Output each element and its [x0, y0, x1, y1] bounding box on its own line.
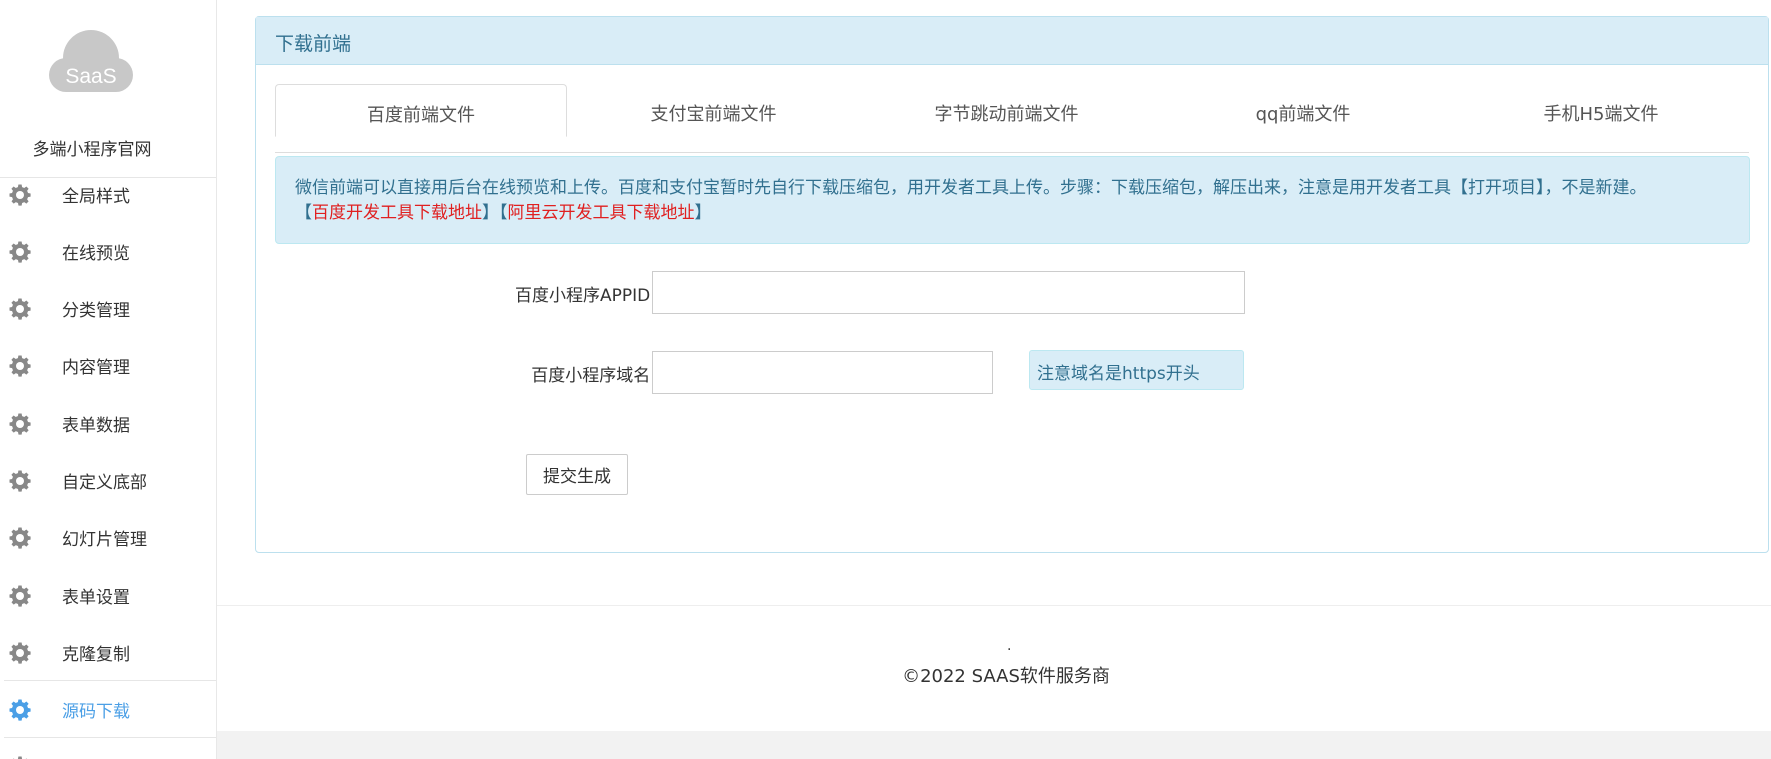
- aliyun-devtool-download-link[interactable]: 阿里云开发工具下载地址: [508, 203, 695, 223]
- sidebar-item[interactable]: 表单设置: [0, 575, 216, 613]
- brand: SaaS 多端小程序官网: [0, 0, 216, 178]
- info-alert: 微信前端可以直接用后台在线预览和上传。百度和支付宝暂时先自行下载压缩包，用开发者…: [275, 156, 1750, 244]
- bracket-open-1: 【: [295, 203, 312, 223]
- panel-title: 下载前端: [256, 17, 1768, 65]
- bracket-close-2: 】: [694, 203, 712, 223]
- gear-icon: [9, 642, 31, 664]
- gear-icon: [9, 470, 31, 492]
- bracket-close-1: 】: [482, 203, 499, 223]
- sidebar-item-label: 幻灯片管理: [62, 530, 147, 550]
- sidebar: SaaS 多端小程序官网 全局样式 在线预览 分类管理 内容管理 表单数据 自定…: [0, 0, 217, 759]
- gear-icon: [9, 241, 31, 263]
- tab-alipay[interactable]: 支付宝前端文件: [567, 84, 860, 136]
- sidebar-item-label: 内容管理: [62, 358, 130, 378]
- gear-icon: [13, 756, 27, 759]
- sidebar-item-label: 表单设置: [62, 588, 130, 608]
- footer-dot: .: [1007, 638, 1012, 654]
- app-root: SaaS 多端小程序官网 全局样式 在线预览 分类管理 内容管理 表单数据 自定…: [0, 0, 1771, 759]
- baidu-devtool-download-link[interactable]: 百度开发工具下载地址: [312, 203, 482, 223]
- logo-text: SaaS: [65, 65, 116, 88]
- sidebar-item-label: 表单数据: [62, 416, 130, 436]
- sidebar-item-label: 自定义底部: [62, 473, 147, 493]
- sidebar-item-label: 克隆复制: [62, 645, 130, 665]
- domain-hint: 注意域名是https开头: [1029, 350, 1244, 390]
- gear-icon: [9, 699, 31, 721]
- menu-separator: [4, 680, 216, 681]
- menu-separator: [4, 737, 216, 738]
- download-panel: 下载前端 百度前端文件 支付宝前端文件 字节跳动前端文件 qq前端文件 手机H5…: [255, 16, 1769, 553]
- sidebar-item[interactable]: 内容管理: [0, 345, 216, 383]
- appid-input[interactable]: [652, 271, 1245, 314]
- alert-text: 微信前端可以直接用后台在线预览和上传。百度和支付宝暂时先自行下载压缩包，用开发者…: [295, 178, 1647, 198]
- gear-icon: [9, 585, 31, 607]
- sidebar-item[interactable]: 幻灯片管理: [0, 517, 216, 555]
- sidebar-item-label: 解析小技巧: [62, 754, 147, 759]
- footer-divider: [217, 605, 1771, 606]
- gear-icon: [9, 355, 31, 377]
- sidebar-item[interactable]: 克隆复制: [0, 632, 216, 670]
- sidebar-item[interactable]: 自定义底部: [0, 460, 216, 498]
- sidebar-item-label: 分类管理: [62, 301, 130, 321]
- appid-label: 百度小程序APPID:: [515, 286, 656, 306]
- sidebar-item[interactable]: 解析小技巧: [0, 746, 216, 759]
- sidebar-item-label: 源码下载: [62, 702, 130, 722]
- tab-bytedance[interactable]: 字节跳动前端文件: [860, 84, 1153, 136]
- sidebar-item-label: 全局样式: [62, 187, 130, 207]
- tab-h5[interactable]: 手机H5端文件: [1453, 84, 1749, 136]
- cloud-logo-icon: SaaS: [49, 30, 133, 92]
- sidebar-item[interactable]: 源码下载: [0, 689, 216, 727]
- sidebar-item[interactable]: 全局样式: [0, 174, 216, 212]
- tab-baidu[interactable]: 百度前端文件: [275, 84, 567, 137]
- gear-icon: [9, 184, 31, 206]
- domain-label: 百度小程序域名:: [531, 366, 656, 386]
- gear-icon: [9, 298, 31, 320]
- submit-button[interactable]: 提交生成: [526, 454, 628, 495]
- footer-copyright: ©2022 SAAS软件服务商: [902, 666, 1110, 687]
- sidebar-item[interactable]: 在线预览: [0, 231, 216, 269]
- gear-icon: [9, 413, 31, 435]
- site-name: 多端小程序官网: [32, 140, 152, 160]
- sidebar-item[interactable]: 分类管理: [0, 288, 216, 326]
- tab-bar: 百度前端文件 支付宝前端文件 字节跳动前端文件 qq前端文件 手机H5端文件: [275, 84, 1749, 153]
- tab-qq[interactable]: qq前端文件: [1153, 84, 1453, 136]
- sidebar-item[interactable]: 表单数据: [0, 403, 216, 441]
- sidebar-item-label: 在线预览: [62, 244, 130, 264]
- gear-icon: [9, 527, 31, 549]
- domain-input[interactable]: [652, 351, 993, 394]
- bottom-bar: [217, 731, 1771, 759]
- bracket-open-2: 【: [499, 203, 508, 223]
